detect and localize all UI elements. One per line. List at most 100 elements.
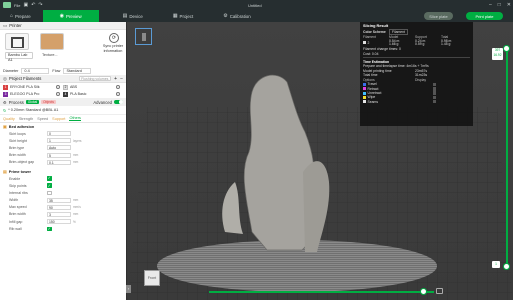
filament-item[interactable]: 4 PLA Basic xyxy=(63,91,123,97)
setting-value[interactable]: 150 xyxy=(47,219,71,225)
tab-label: Preview xyxy=(66,13,82,19)
printer-section-header: ▭ Printer xyxy=(0,22,126,30)
print-plate-button[interactable]: Print plate xyxy=(466,12,503,20)
collapse-panel-icon[interactable]: ‹ xyxy=(126,285,131,293)
file-menu[interactable]: File xyxy=(14,3,20,8)
filament-item[interactable]: 2 ABS xyxy=(63,84,123,90)
setting-row: Width 35 mm xyxy=(0,197,126,204)
tab-device[interactable]: ▤ Device xyxy=(117,10,149,22)
flushing-volumes-select[interactable]: Flushing volumes xyxy=(79,76,112,81)
tab-calibration[interactable]: ⚙ Calibration xyxy=(217,10,256,22)
setting-unit: mm xyxy=(73,198,79,203)
setting-value[interactable]: 5 xyxy=(47,152,71,158)
printer-image[interactable] xyxy=(5,33,29,50)
display-checkbox[interactable] xyxy=(432,82,436,87)
undo-icon[interactable]: ↶ xyxy=(31,2,35,8)
orientation-cube[interactable]: Front xyxy=(144,270,160,286)
tab-prepare[interactable]: ⌂ Prepare xyxy=(4,10,37,22)
save-icon[interactable]: ▣ xyxy=(23,2,28,8)
display-checkbox[interactable] xyxy=(432,87,436,91)
layer-slider-bottom-handle[interactable] xyxy=(503,263,510,270)
enable-checkbox[interactable] xyxy=(47,176,52,181)
model-time-value: 23m57s xyxy=(415,68,428,73)
maximize-icon[interactable]: □ xyxy=(498,2,501,8)
tab-support[interactable]: Support xyxy=(52,117,65,121)
option-row[interactable]: Seams xyxy=(360,100,473,104)
setting-row: Max speed 90 mm/s xyxy=(0,204,126,211)
advanced-toggle[interactable] xyxy=(114,99,123,105)
process-section-header: ⚙ Process Global Objects Advanced xyxy=(0,98,126,106)
preview-icon: ◉ xyxy=(59,13,65,19)
prime-tower-icon: ▤ xyxy=(3,168,7,174)
plate-image[interactable] xyxy=(40,33,64,50)
display-checkbox[interactable] xyxy=(432,95,436,100)
tab-quality[interactable]: Quality xyxy=(3,117,15,121)
filament-number: 1 xyxy=(3,84,8,90)
tab-preview[interactable]: ◉ Preview xyxy=(42,10,99,22)
skip-points-checkbox[interactable] xyxy=(47,183,52,188)
setting-label: Enable xyxy=(9,176,21,181)
flow-select[interactable]: Standard xyxy=(63,67,92,74)
add-filament-icon[interactable]: + xyxy=(114,76,117,82)
options-header: Options xyxy=(363,78,375,83)
rib-wall-checkbox[interactable] xyxy=(47,226,52,232)
model-sculpture[interactable] xyxy=(243,74,315,251)
internal-ribs-checkbox[interactable] xyxy=(47,190,52,196)
filament-settings-icon[interactable] xyxy=(56,85,60,89)
setting-value[interactable]: 35 xyxy=(47,197,71,203)
tab-project[interactable]: ▦ Project xyxy=(167,10,199,22)
option-label: Seams xyxy=(367,99,379,104)
refresh-icon[interactable]: ↻ xyxy=(3,108,6,113)
redo-icon[interactable]: ↷ xyxy=(38,2,42,8)
setting-value[interactable]: 3 xyxy=(47,211,71,217)
plate-type-select[interactable]: Texture... xyxy=(40,52,66,59)
global-badge[interactable]: Global xyxy=(25,100,40,104)
tab-strength[interactable]: Strength xyxy=(19,117,33,121)
sync-icon[interactable]: ⟳ xyxy=(109,33,119,43)
process-preset-select[interactable]: * 0.20mm Standard @BBL A1 xyxy=(8,108,58,112)
setting-unit: mm/s xyxy=(73,205,81,210)
setting-value[interactable]: 1 xyxy=(47,138,71,144)
sync-printer-label[interactable]: Sync printer information xyxy=(100,44,126,53)
total-time-label: Total time xyxy=(363,73,378,78)
display-checkbox[interactable] xyxy=(432,91,436,95)
minimize-icon[interactable]: – xyxy=(489,2,492,8)
tab-speed[interactable]: Speed xyxy=(37,117,48,121)
setting-value[interactable]: 0 xyxy=(47,131,71,137)
move-slider-settings-icon[interactable] xyxy=(436,288,443,294)
close-icon[interactable]: ✕ xyxy=(507,2,511,8)
layer-slider-track[interactable] xyxy=(506,48,508,266)
move-slider-handle[interactable] xyxy=(420,288,427,295)
tab-label: Calibration xyxy=(229,13,251,19)
travel-swatch xyxy=(363,82,366,86)
filament-settings-icon[interactable] xyxy=(56,92,60,96)
setting-row: Brim width 3 mm xyxy=(0,211,126,218)
tab-others[interactable]: Others xyxy=(69,116,81,121)
setting-value[interactable]: 0.1 xyxy=(47,159,71,165)
prepare-time: Prepare and timelapse time: 4m16s + 7m9s xyxy=(363,64,429,69)
filament-settings-icon[interactable] xyxy=(116,85,120,89)
unretract-swatch xyxy=(363,91,366,95)
setting-label: Brim width xyxy=(9,212,26,217)
setting-value[interactable]: 90 xyxy=(47,204,71,210)
printer-select[interactable]: Bambu Lab A1 xyxy=(5,52,33,62)
remove-filament-icon[interactable]: − xyxy=(120,76,123,82)
printer-box: Bambu Lab A1 Texture... ⟳ Sync printer i… xyxy=(0,30,126,66)
section-title: Project Filaments xyxy=(8,76,42,81)
layer-slider-top-handle[interactable] xyxy=(503,45,510,52)
group-title: Prime tower xyxy=(8,168,32,174)
display-checkbox[interactable] xyxy=(432,99,436,104)
filament-item[interactable]: 1 ERYONE PLA Silk xyxy=(3,84,63,90)
filament-number: 4 xyxy=(63,91,68,97)
move-slider-track[interactable] xyxy=(209,291,434,293)
filament-name: ELEGOO PLA Pro xyxy=(10,92,40,96)
diameter-select[interactable]: 0.4 xyxy=(21,67,50,74)
tab-label: Device xyxy=(129,13,143,19)
filament-name: PLA Basic xyxy=(70,92,87,96)
filament-item[interactable]: 3 ELEGOO PLA Pro xyxy=(3,91,63,97)
slice-plate-button[interactable]: Slice plate xyxy=(424,12,453,20)
objects-badge[interactable]: Objects xyxy=(41,100,56,104)
setting-value[interactable]: Auto xyxy=(47,145,71,151)
filament-settings-icon[interactable] xyxy=(116,92,120,96)
window-title: Untitled xyxy=(248,2,262,8)
